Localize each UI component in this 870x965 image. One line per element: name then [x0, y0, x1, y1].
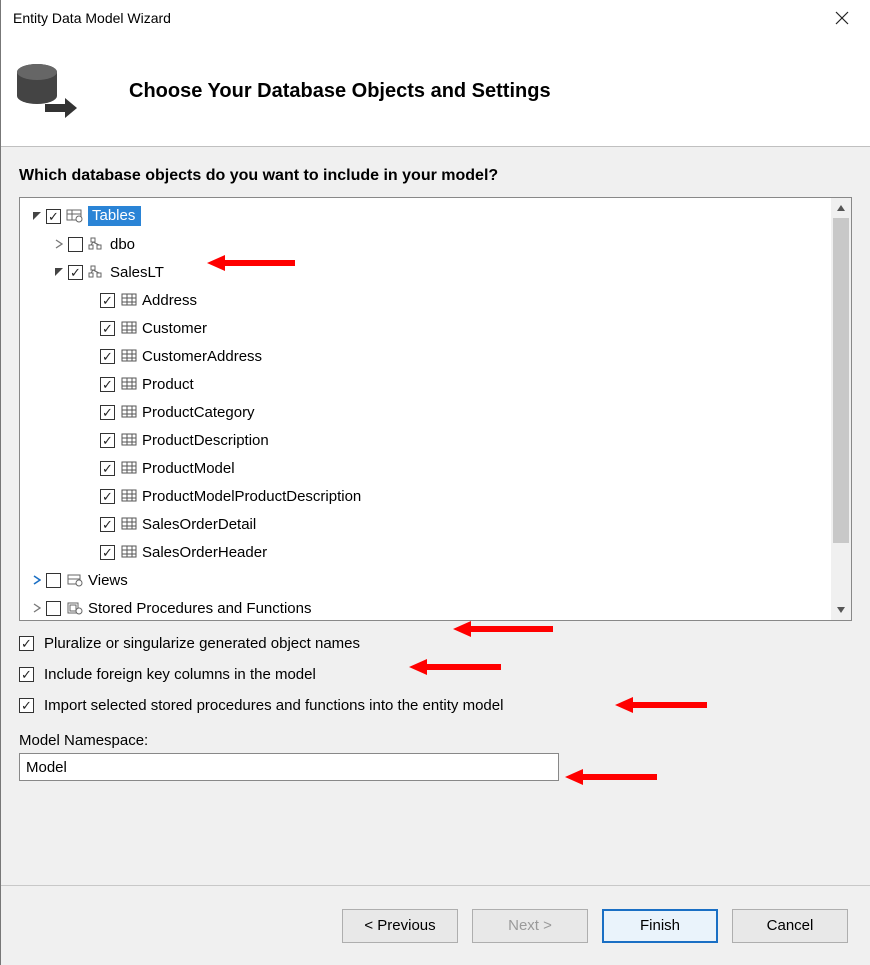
previous-button[interactable]: < Previous	[342, 909, 458, 943]
next-button[interactable]: Next >	[472, 909, 588, 943]
tree-node-table[interactable]: SalesOrderHeader	[22, 538, 829, 566]
tree-label-views: Views	[88, 572, 128, 589]
checkbox-saleslt[interactable]	[68, 265, 83, 280]
namespace-label: Model Namespace:	[19, 732, 852, 749]
close-button[interactable]	[822, 3, 862, 33]
button-row: < Previous Next > Finish Cancel	[1, 885, 870, 965]
checkbox-pluralize[interactable]	[19, 636, 34, 651]
checkbox-table[interactable]	[100, 433, 115, 448]
table-icon	[120, 292, 138, 308]
prompt-label: Which database objects do you want to in…	[19, 167, 852, 185]
table-icon	[120, 320, 138, 336]
checkbox-table[interactable]	[100, 489, 115, 504]
tree-label-table: CustomerAddress	[142, 348, 262, 365]
checkbox-table[interactable]	[100, 349, 115, 364]
sproc-group-icon	[66, 600, 84, 616]
tree-node-table[interactable]: Address	[22, 286, 829, 314]
option-pluralize-label: Pluralize or singularize generated objec…	[44, 635, 360, 652]
checkbox-table[interactable]	[100, 461, 115, 476]
tree-node-table[interactable]: SalesOrderDetail	[22, 510, 829, 538]
tables-group-icon	[66, 208, 84, 224]
namespace-input[interactable]	[19, 753, 559, 781]
table-icon	[120, 432, 138, 448]
scroll-thumb[interactable]	[833, 218, 849, 543]
table-icon	[120, 544, 138, 560]
checkbox-sprocs[interactable]	[46, 601, 61, 616]
tree-node-sprocs[interactable]: Stored Procedures and Functions	[22, 594, 829, 620]
cancel-button[interactable]: Cancel	[732, 909, 848, 943]
option-foreign-keys[interactable]: Include foreign key columns in the model	[19, 666, 852, 683]
tree-node-table[interactable]: ProductModel	[22, 454, 829, 482]
tree-label-table: Address	[142, 292, 197, 309]
chevron-right-icon[interactable]	[50, 239, 68, 249]
tree-label-sprocs: Stored Procedures and Functions	[88, 600, 311, 617]
tree-node-table[interactable]: Product	[22, 370, 829, 398]
object-tree[interactable]: Tables dbo	[19, 197, 852, 621]
tree-node-table[interactable]: CustomerAddress	[22, 342, 829, 370]
tree-node-table[interactable]: ProductDescription	[22, 426, 829, 454]
table-icon	[120, 488, 138, 504]
schema-icon	[88, 236, 106, 252]
chevron-down-icon[interactable]	[50, 267, 68, 277]
banner: Choose Your Database Objects and Setting…	[1, 36, 870, 146]
chevron-right-icon[interactable]	[28, 603, 46, 613]
tree-node-dbo[interactable]: dbo	[22, 230, 829, 258]
checkbox-table[interactable]	[100, 545, 115, 560]
checkbox-tables[interactable]	[46, 209, 61, 224]
checkbox-dbo[interactable]	[68, 237, 83, 252]
database-icon	[15, 62, 85, 120]
checkbox-table[interactable]	[100, 517, 115, 532]
option-import-sprocs-label: Import selected stored procedures and fu…	[44, 697, 503, 714]
checkbox-table[interactable]	[100, 293, 115, 308]
tree-node-tables[interactable]: Tables	[22, 202, 829, 230]
finish-button[interactable]: Finish	[602, 909, 718, 943]
tree-label-table: ProductModelProductDescription	[142, 488, 361, 505]
tree-label-table: SalesOrderHeader	[142, 544, 267, 561]
checkbox-foreign-keys[interactable]	[19, 667, 34, 682]
checkbox-table[interactable]	[100, 405, 115, 420]
chevron-right-icon[interactable]	[28, 575, 46, 585]
tree-label-table: SalesOrderDetail	[142, 516, 256, 533]
titlebar: Entity Data Model Wizard	[1, 0, 870, 36]
tree-label-dbo: dbo	[110, 236, 135, 253]
table-icon	[120, 348, 138, 364]
scroll-down-icon[interactable]	[831, 600, 851, 620]
checkbox-table[interactable]	[100, 321, 115, 336]
tree-node-table[interactable]: ProductModelProductDescription	[22, 482, 829, 510]
close-icon	[835, 11, 849, 25]
tree-label-saleslt: SalesLT	[110, 264, 164, 281]
banner-heading: Choose Your Database Objects and Setting…	[109, 80, 551, 103]
banner-icon-holder	[9, 62, 109, 120]
checkbox-import-sprocs[interactable]	[19, 698, 34, 713]
option-pluralize[interactable]: Pluralize or singularize generated objec…	[19, 635, 852, 652]
tree-label-table: Customer	[142, 320, 207, 337]
table-icon	[120, 516, 138, 532]
scrollbar[interactable]	[831, 198, 851, 620]
tree-label-table: Product	[142, 376, 194, 393]
content-area: Which database objects do you want to in…	[1, 147, 870, 885]
annotation-arrow	[565, 769, 657, 785]
option-import-sprocs[interactable]: Import selected stored procedures and fu…	[19, 697, 852, 714]
table-icon	[120, 376, 138, 392]
window-title: Entity Data Model Wizard	[13, 10, 822, 26]
tree-node-saleslt[interactable]: SalesLT	[22, 258, 829, 286]
table-icon	[120, 404, 138, 420]
checkbox-table[interactable]	[100, 377, 115, 392]
tree-label-table: ProductCategory	[142, 404, 255, 421]
option-foreign-keys-label: Include foreign key columns in the model	[44, 666, 316, 683]
wizard-window: Entity Data Model Wizard Choose Your Dat…	[0, 0, 870, 965]
tree-node-views[interactable]: Views	[22, 566, 829, 594]
tree-label-table: ProductModel	[142, 460, 235, 477]
tree-label-tables: Tables	[88, 206, 141, 226]
scroll-up-icon[interactable]	[831, 198, 851, 218]
table-icon	[120, 460, 138, 476]
chevron-down-icon[interactable]	[28, 211, 46, 221]
tree-node-table[interactable]: ProductCategory	[22, 398, 829, 426]
tree-node-table[interactable]: Customer	[22, 314, 829, 342]
views-group-icon	[66, 572, 84, 588]
tree-label-table: ProductDescription	[142, 432, 269, 449]
schema-icon	[88, 264, 106, 280]
checkbox-views[interactable]	[46, 573, 61, 588]
